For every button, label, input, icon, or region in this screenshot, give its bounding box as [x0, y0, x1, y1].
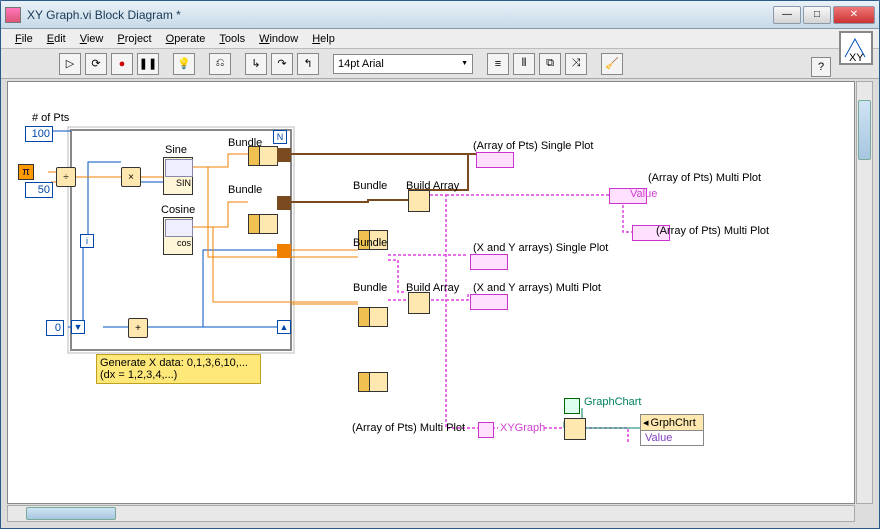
distribute-button[interactable]: ⫴	[513, 53, 535, 75]
xy-graph-icon: XY	[843, 35, 869, 61]
property-node-conv[interactable]	[564, 418, 586, 440]
diagram-canvas[interactable]: # of Pts 100 N π ÷ 50 × i Sine SIN Cosin…	[7, 81, 855, 504]
abort-button[interactable]: ●	[111, 53, 133, 75]
tunnel-orange-1[interactable]	[277, 244, 291, 258]
numpts-label: # of Pts	[32, 112, 69, 124]
multi-plot-xy-terminal[interactable]	[470, 294, 508, 310]
build-array-node-2[interactable]	[408, 292, 430, 314]
retain-wire-button[interactable]: ⎌	[209, 53, 231, 75]
horizontal-scrollbar[interactable]	[7, 505, 855, 522]
graphchart-label: GraphChart	[584, 396, 641, 408]
i-terminal: i	[80, 234, 94, 248]
local-var-terminal[interactable]	[478, 422, 494, 438]
bundle-label-5: Bundle	[353, 282, 387, 294]
context-help-button[interactable]: ?	[811, 57, 831, 77]
menu-window[interactable]: Window	[259, 33, 298, 45]
align-button[interactable]: ≡	[487, 53, 509, 75]
n-terminal: N	[273, 130, 287, 144]
single-plot-xy-label: (X and Y arrays) Single Plot	[473, 242, 608, 254]
divide-node[interactable]: ÷	[56, 167, 76, 187]
bundle-node-1[interactable]	[248, 146, 278, 166]
cosine-label: Cosine	[161, 204, 195, 216]
sine-label: Sine	[165, 144, 187, 156]
run-button[interactable]: ▷	[59, 53, 81, 75]
tunnel-brown-1[interactable]	[277, 148, 291, 162]
menu-edit[interactable]: Edit	[47, 33, 66, 45]
minimize-button[interactable]: —	[773, 6, 801, 24]
tunnel-brown-2[interactable]	[277, 196, 291, 210]
font-selector[interactable]: 14pt Arial ▼	[333, 54, 473, 74]
build-array-node-1[interactable]	[408, 190, 430, 212]
add-node[interactable]: +	[128, 318, 148, 338]
bundle-label-3: Bundle	[353, 180, 387, 192]
property-node[interactable]: ◂GrphChrt Value	[640, 414, 704, 446]
font-value: 14pt Arial	[338, 58, 384, 70]
highlight-button[interactable]: 💡	[173, 53, 195, 75]
shift-reg-right[interactable]: ▲	[277, 320, 291, 334]
step-into-button[interactable]: ↳	[245, 53, 267, 75]
svg-text:XY: XY	[849, 52, 864, 61]
single-plot-label: (Array of Pts) Single Plot	[473, 140, 593, 152]
application-window: XY Graph.vi Block Diagram * — □ ✕ File E…	[0, 0, 880, 529]
pause-button[interactable]: ❚❚	[137, 53, 159, 75]
resize-button[interactable]: ⧉	[539, 53, 561, 75]
app-icon	[5, 7, 21, 23]
window-title: XY Graph.vi Block Diagram *	[27, 8, 773, 22]
multi-plot-label-bottom: (Array of Pts) Multi Plot	[352, 422, 465, 434]
menu-bar: File Edit View Project Operate Tools Win…	[1, 29, 879, 49]
zero-const[interactable]: 0	[46, 320, 64, 336]
cleanup-button[interactable]: 🧹	[601, 53, 623, 75]
menu-file[interactable]: File	[15, 33, 33, 45]
vertical-scrollbar[interactable]	[856, 81, 873, 504]
single-plot-xy-terminal[interactable]	[470, 254, 508, 270]
bundle-label-4: Bundle	[353, 237, 387, 249]
single-plot-terminal[interactable]	[476, 152, 514, 168]
graphchart-ref[interactable]	[564, 398, 580, 414]
bundle-node-5[interactable]	[358, 372, 388, 392]
menu-operate[interactable]: Operate	[166, 33, 206, 45]
pi-constant[interactable]: π	[18, 164, 34, 180]
comment-box[interactable]: Generate X data: 0,1,3,6,10,... (dx = 1,…	[96, 354, 261, 384]
cosine-node[interactable]: cos	[163, 217, 193, 255]
hscroll-thumb[interactable]	[26, 507, 116, 520]
chevron-down-icon: ▼	[461, 60, 468, 67]
menu-project[interactable]: Project	[117, 33, 151, 45]
bundle-node-2[interactable]	[248, 214, 278, 234]
menu-view[interactable]: View	[80, 33, 104, 45]
reorder-button[interactable]: ⤨	[565, 53, 587, 75]
title-bar[interactable]: XY Graph.vi Block Diagram * — □ ✕	[1, 1, 879, 29]
bundle-label-2: Bundle	[228, 184, 262, 196]
vscroll-thumb[interactable]	[858, 100, 871, 160]
multi-plot-label-1b: (Array of Pts) Multi Plot	[656, 225, 769, 237]
step-out-button[interactable]: ↰	[297, 53, 319, 75]
toolbar: ▷ ⟳ ● ❚❚ 💡 ⎌ ↳ ↷ ↰ 14pt Arial ▼ ≡ ⫴ ⧉ ⤨ …	[1, 49, 879, 79]
maximize-button[interactable]: □	[803, 6, 831, 24]
menu-help[interactable]: Help	[312, 33, 335, 45]
run-continuous-button[interactable]: ⟳	[85, 53, 107, 75]
multi-plot-label-1: (Array of Pts) Multi Plot	[648, 172, 761, 184]
numpts-value[interactable]: 100	[25, 126, 53, 142]
fifty-value[interactable]: 50	[25, 182, 53, 198]
multi-plot-xy-label: (X and Y arrays) Multi Plot	[473, 282, 601, 294]
bundle-node-4[interactable]	[358, 307, 388, 327]
vi-icon[interactable]: XY	[839, 31, 873, 65]
xygraph-link[interactable]: XYGraph	[500, 422, 545, 434]
menu-tools[interactable]: Tools	[219, 33, 245, 45]
shift-reg-left[interactable]: ▼	[71, 320, 85, 334]
sine-node[interactable]: SIN	[163, 157, 193, 195]
step-over-button[interactable]: ↷	[271, 53, 293, 75]
value-link-1[interactable]: Value	[630, 188, 657, 200]
close-button[interactable]: ✕	[833, 6, 875, 24]
multiply-node[interactable]: ×	[121, 167, 141, 187]
